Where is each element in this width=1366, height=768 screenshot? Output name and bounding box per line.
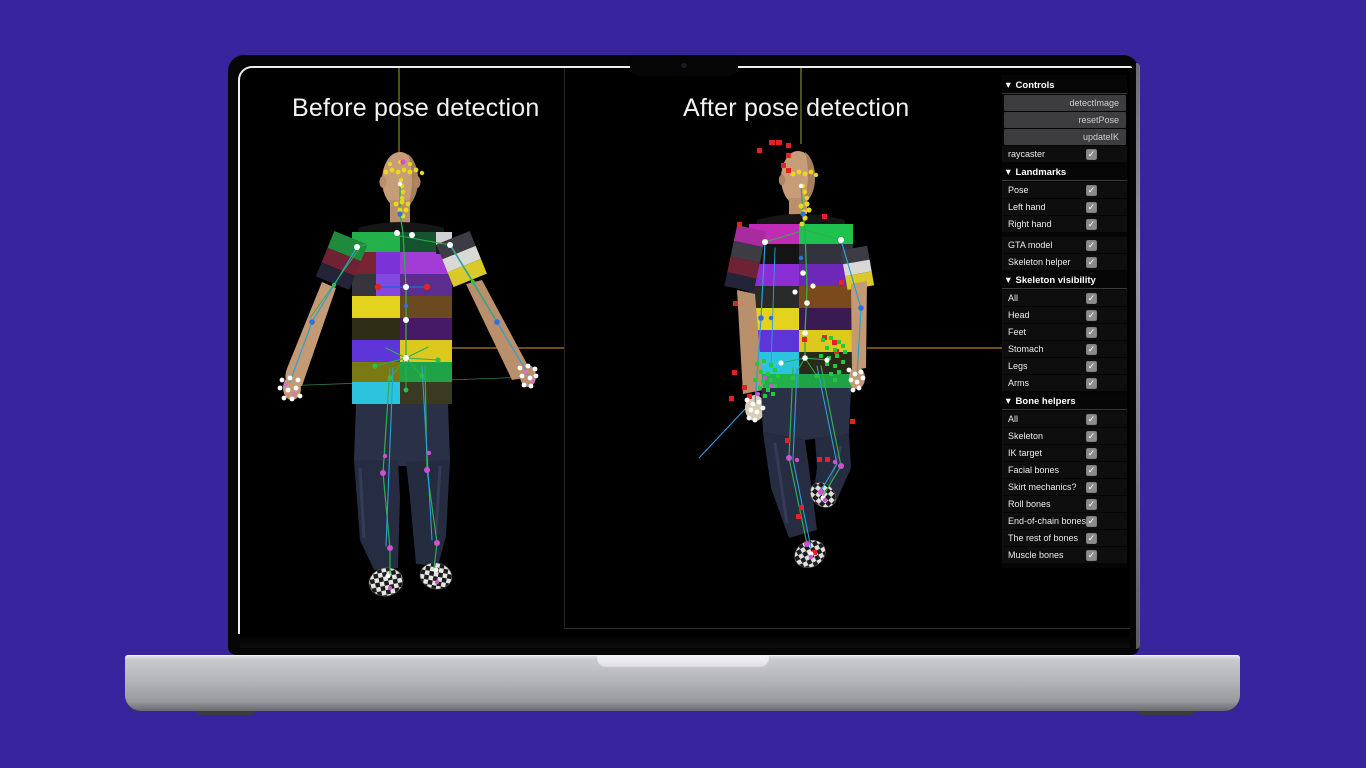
row-head: Head ✓ [1002,307,1127,323]
checkbox-right-hand[interactable]: ✓ [1086,219,1097,230]
row-right-hand: Right hand ✓ [1002,216,1127,232]
before-model [283,152,536,599]
label-gta-model: GTA model [1008,240,1052,250]
before-title: Before pose detection [292,94,539,123]
row-arms: Arms ✓ [1002,375,1127,391]
label-roll-bones: Roll bones [1008,499,1051,509]
chevron-down-icon: ▾ [1006,273,1011,288]
button-detectimage[interactable]: detectImage [1004,95,1126,111]
row-stomach: Stomach ✓ [1002,341,1127,357]
camera-notch [630,55,738,76]
section-label: Bone helpers [1016,396,1076,407]
label-head: Head [1008,310,1030,320]
label-end-of-chain-bones: End-of-chain bones [1008,516,1086,526]
label-the-rest-of-bones: The rest of bones [1008,533,1078,543]
section-header-bone-helpers[interactable]: ▾ Bone helpers [1002,394,1127,410]
label-skeleton: Skeleton [1008,431,1043,441]
chevron-down-icon: ▾ [1006,394,1011,409]
label-raycaster: raycaster [1008,149,1045,159]
checkbox-skirt-mechanics[interactable]: ✓ [1086,482,1097,493]
row-end-of-chain-bones: End-of-chain bones✓ [1002,513,1127,529]
button-resetpose[interactable]: resetPose [1004,112,1126,128]
checkbox-raycaster[interactable]: ✓ [1086,149,1097,160]
button-updateik[interactable]: updateIK [1004,129,1126,145]
label-all: All [1008,414,1018,424]
section-label: Skeleton visibility [1016,275,1096,286]
label-skirt-mechanics: Skirt mechanics? [1008,482,1077,492]
checkbox-feet[interactable]: ✓ [1086,327,1097,338]
camera-icon [681,63,686,68]
before-scene [240,68,564,648]
row-pose: Pose ✓ [1002,182,1127,198]
checkbox-ik-target[interactable]: ✓ [1086,448,1097,459]
laptop-base [125,655,1240,711]
label-muscle-bones: Muscle bones [1008,550,1064,560]
viewport-before[interactable]: Before pose detection [240,68,564,648]
row-feet: Feet ✓ [1002,324,1127,340]
checkbox-head[interactable]: ✓ [1086,310,1097,321]
section-header-landmarks[interactable]: ▾ Landmarks [1002,165,1127,181]
app-viewport: Before pose detection [240,68,1130,648]
checkbox-legs[interactable]: ✓ [1086,361,1097,372]
section-header-controls[interactable]: ▾ Controls [1002,78,1127,94]
checkbox-gta-model[interactable]: ✓ [1086,240,1097,251]
label-stomach: Stomach [1008,344,1044,354]
section-divider [1002,233,1127,236]
checkbox-stomach[interactable]: ✓ [1086,344,1097,355]
after-title: After pose detection [683,94,909,123]
checkbox-end-of-chain-bones[interactable]: ✓ [1086,516,1097,527]
row-skeleton: Skeleton ✓ [1002,428,1127,444]
section-header-skeleton-visibility[interactable]: ▾ Skeleton visibility [1002,273,1127,289]
label-right-hand: Right hand [1008,219,1052,229]
checkbox-arms[interactable]: ✓ [1086,378,1097,389]
chevron-down-icon: ▾ [1006,78,1011,93]
checkbox-roll-bones[interactable]: ✓ [1086,499,1097,510]
checkbox-facial-bones[interactable]: ✓ [1086,465,1097,476]
label-all: All [1008,293,1018,303]
row-left-hand: Left hand ✓ [1002,199,1127,215]
before-shirt [316,222,487,404]
lid-groove [597,655,769,668]
label-pose: Pose [1008,185,1029,195]
row-the-rest-of-bones: The rest of bones ✓ [1002,530,1127,546]
row-legs: Legs ✓ [1002,358,1127,374]
checkbox-left-hand[interactable]: ✓ [1086,202,1097,213]
label-feet: Feet [1008,327,1026,337]
after-pants [761,388,851,538]
row-gta-model: GTA model ✓ [1002,237,1127,253]
row-skirt-mechanics: Skirt mechanics? ✓ [1002,479,1127,495]
checkbox-all[interactable]: ✓ [1086,414,1097,425]
checkbox-all[interactable]: ✓ [1086,293,1097,304]
row-muscle-bones: Muscle bones ✓ [1002,547,1127,563]
label-arms: Arms [1008,378,1029,388]
row-roll-bones: Roll bones ✓ [1002,496,1127,512]
chevron-down-icon: ▾ [1006,165,1011,180]
section-label: Landmarks [1016,167,1067,178]
row-facial-bones: Facial bones ✓ [1002,462,1127,478]
row-ik-target: IK target ✓ [1002,445,1127,461]
checkbox-skeleton[interactable]: ✓ [1086,431,1097,442]
checkbox-muscle-bones[interactable]: ✓ [1086,550,1097,561]
checkbox-pose[interactable]: ✓ [1086,185,1097,196]
desktop-background: Before pose detection [0,0,1366,768]
controls-panel: ▾ControlsdetectImageresetPoseupdateIKray… [1002,75,1127,568]
label-ik-target: IK target [1008,448,1042,458]
label-facial-bones: Facial bones [1008,465,1059,475]
checkbox-the-rest-of-bones[interactable]: ✓ [1086,533,1097,544]
section-label: Controls [1016,80,1055,91]
row-raycaster: raycaster ✓ [1002,146,1127,162]
checkbox-skeleton-helper[interactable]: ✓ [1086,257,1097,268]
laptop-screen: Before pose detection [228,55,1139,655]
label-legs: Legs [1008,361,1028,371]
lid-rim [1136,63,1140,649]
label-skeleton-helper: Skeleton helper [1008,257,1071,267]
row-skeleton-helper: Skeleton helper ✓ [1002,254,1127,270]
row-all: All ✓ [1002,290,1127,306]
label-left-hand: Left hand [1008,202,1046,212]
row-all: All ✓ [1002,411,1127,427]
